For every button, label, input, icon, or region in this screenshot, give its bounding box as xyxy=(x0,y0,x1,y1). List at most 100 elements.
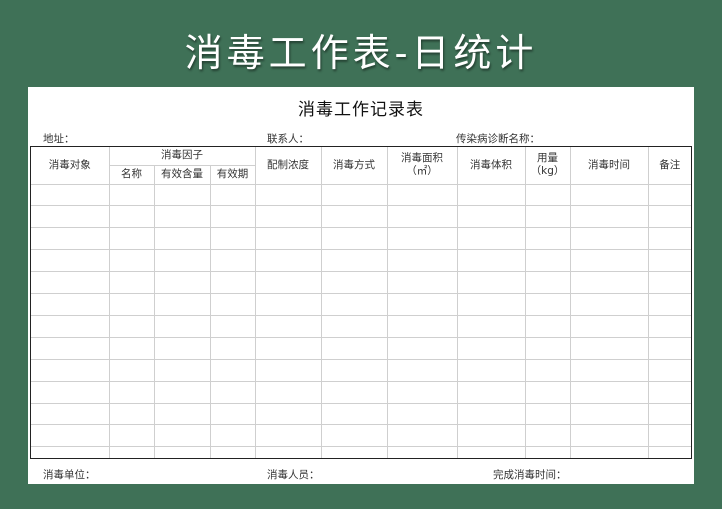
table-cell[interactable] xyxy=(31,402,110,426)
table-cell[interactable] xyxy=(320,271,388,295)
table-cell[interactable] xyxy=(254,227,322,251)
table-cell[interactable] xyxy=(254,249,322,273)
table-cell[interactable] xyxy=(386,336,458,360)
table-cell[interactable] xyxy=(153,336,211,360)
table-cell[interactable] xyxy=(31,314,110,338)
table-cell[interactable] xyxy=(524,402,571,426)
table-cell[interactable] xyxy=(524,227,571,251)
table-cell[interactable] xyxy=(456,227,526,251)
table-cell[interactable] xyxy=(254,424,322,448)
table-cell[interactable] xyxy=(153,183,211,207)
table-cell[interactable] xyxy=(647,227,692,251)
table-cell[interactable] xyxy=(386,249,458,273)
table-cell[interactable] xyxy=(209,446,256,458)
table-cell[interactable] xyxy=(647,314,692,338)
table-cell[interactable] xyxy=(320,336,388,360)
table-cell[interactable] xyxy=(647,271,692,295)
table-cell[interactable] xyxy=(108,402,155,426)
table-cell[interactable] xyxy=(254,271,322,295)
table-cell[interactable] xyxy=(524,336,571,360)
table-cell[interactable] xyxy=(108,271,155,295)
table-cell[interactable] xyxy=(320,402,388,426)
table-cell[interactable] xyxy=(569,314,649,338)
table-cell[interactable] xyxy=(386,358,458,382)
table-cell[interactable] xyxy=(108,446,155,458)
table-cell[interactable] xyxy=(108,380,155,404)
table-cell[interactable] xyxy=(320,380,388,404)
table-cell[interactable] xyxy=(209,183,256,207)
table-cell[interactable] xyxy=(647,358,692,382)
table-cell[interactable] xyxy=(647,205,692,229)
table-cell[interactable] xyxy=(647,402,692,426)
table-cell[interactable] xyxy=(524,293,571,316)
table-cell[interactable] xyxy=(108,227,155,251)
table-cell[interactable] xyxy=(108,336,155,360)
table-cell[interactable] xyxy=(108,293,155,316)
table-cell[interactable] xyxy=(386,402,458,426)
table-cell[interactable] xyxy=(31,271,110,295)
table-cell[interactable] xyxy=(647,249,692,273)
table-cell[interactable] xyxy=(569,293,649,316)
table-cell[interactable] xyxy=(209,424,256,448)
table-cell[interactable] xyxy=(569,227,649,251)
table-cell[interactable] xyxy=(153,249,211,273)
table-cell[interactable] xyxy=(320,424,388,448)
table-cell[interactable] xyxy=(254,402,322,426)
table-cell[interactable] xyxy=(31,380,110,404)
table-cell[interactable] xyxy=(386,205,458,229)
table-cell[interactable] xyxy=(569,271,649,295)
table-cell[interactable] xyxy=(153,314,211,338)
table-cell[interactable] xyxy=(524,183,571,207)
table-cell[interactable] xyxy=(456,183,526,207)
table-cell[interactable] xyxy=(254,380,322,404)
table-cell[interactable] xyxy=(456,380,526,404)
table-cell[interactable] xyxy=(386,293,458,316)
table-cell[interactable] xyxy=(386,424,458,448)
table-cell[interactable] xyxy=(153,446,211,458)
table-cell[interactable] xyxy=(456,249,526,273)
table-cell[interactable] xyxy=(647,380,692,404)
table-cell[interactable] xyxy=(456,402,526,426)
table-cell[interactable] xyxy=(108,314,155,338)
table-cell[interactable] xyxy=(108,183,155,207)
table-cell[interactable] xyxy=(569,424,649,448)
table-cell[interactable] xyxy=(254,446,322,458)
table-cell[interactable] xyxy=(524,314,571,338)
table-cell[interactable] xyxy=(320,249,388,273)
table-cell[interactable] xyxy=(456,293,526,316)
table-cell[interactable] xyxy=(209,227,256,251)
table-cell[interactable] xyxy=(209,402,256,426)
table-cell[interactable] xyxy=(31,227,110,251)
table-cell[interactable] xyxy=(524,271,571,295)
table-cell[interactable] xyxy=(320,183,388,207)
table-cell[interactable] xyxy=(524,446,571,458)
table-cell[interactable] xyxy=(31,293,110,316)
table-cell[interactable] xyxy=(31,336,110,360)
table-cell[interactable] xyxy=(569,205,649,229)
table-cell[interactable] xyxy=(386,271,458,295)
table-cell[interactable] xyxy=(524,205,571,229)
table-cell[interactable] xyxy=(108,249,155,273)
table-cell[interactable] xyxy=(209,380,256,404)
table-cell[interactable] xyxy=(647,293,692,316)
table-cell[interactable] xyxy=(153,380,211,404)
table-cell[interactable] xyxy=(153,271,211,295)
table-cell[interactable] xyxy=(569,358,649,382)
table-cell[interactable] xyxy=(320,314,388,338)
table-cell[interactable] xyxy=(108,424,155,448)
table-cell[interactable] xyxy=(456,358,526,382)
table-cell[interactable] xyxy=(254,183,322,207)
table-cell[interactable] xyxy=(647,424,692,448)
table-cell[interactable] xyxy=(153,227,211,251)
table-cell[interactable] xyxy=(31,183,110,207)
table-cell[interactable] xyxy=(386,380,458,404)
table-cell[interactable] xyxy=(320,227,388,251)
table-cell[interactable] xyxy=(569,183,649,207)
table-cell[interactable] xyxy=(524,380,571,404)
table-cell[interactable] xyxy=(254,358,322,382)
table-cell[interactable] xyxy=(153,293,211,316)
table-cell[interactable] xyxy=(153,402,211,426)
table-cell[interactable] xyxy=(386,227,458,251)
table-cell[interactable] xyxy=(320,205,388,229)
table-cell[interactable] xyxy=(31,249,110,273)
